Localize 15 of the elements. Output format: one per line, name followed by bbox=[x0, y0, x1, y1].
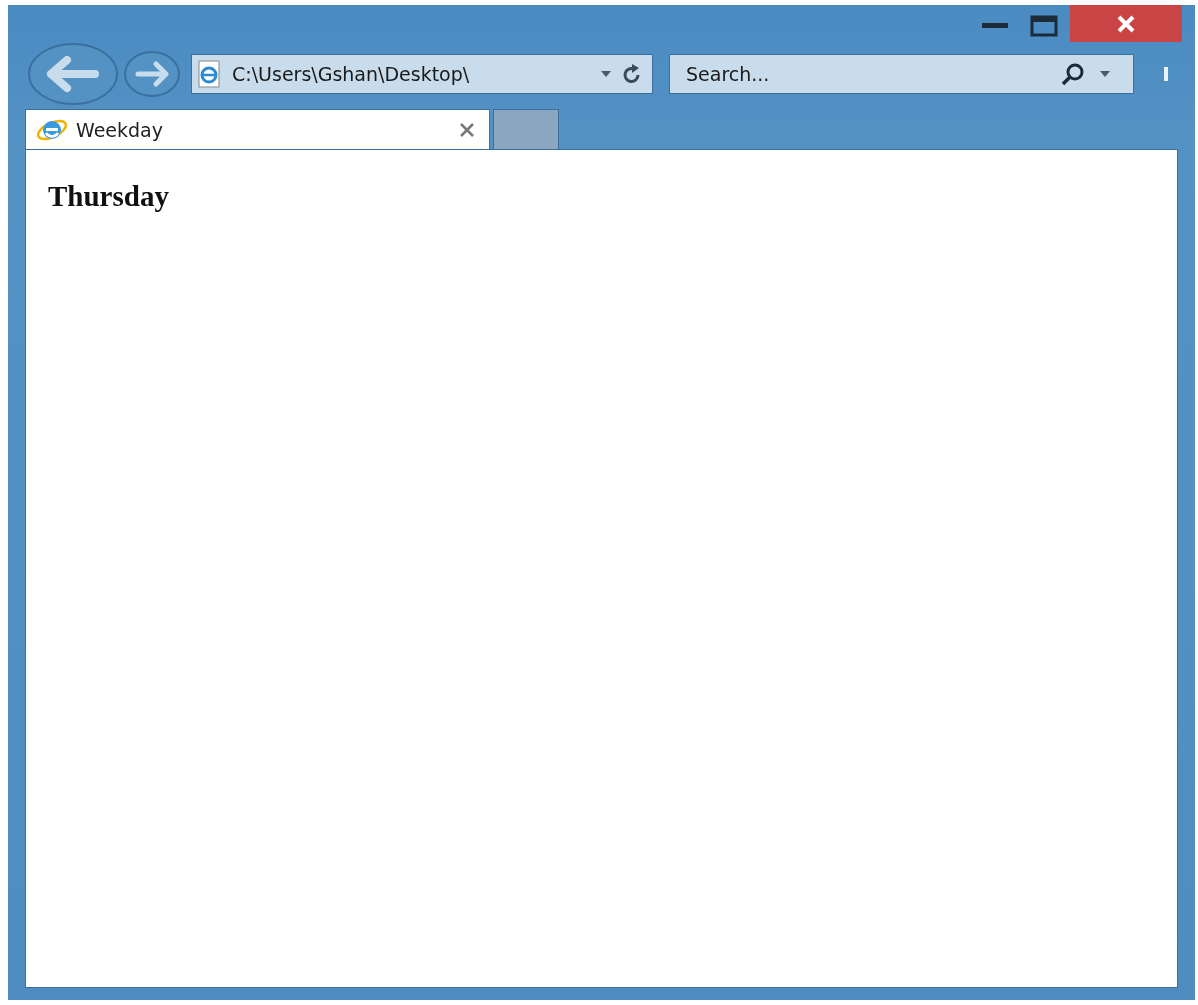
forward-icon[interactable] bbox=[123, 50, 181, 98]
maximize-icon[interactable] bbox=[1030, 15, 1058, 37]
search-field[interactable]: Search... bbox=[684, 62, 1047, 86]
close-icon[interactable] bbox=[459, 121, 475, 138]
browser-tab[interactable]: Weekday bbox=[25, 109, 490, 149]
page-heading: Thursday bbox=[48, 180, 170, 213]
caret-icon[interactable] bbox=[1099, 70, 1111, 78]
close-button[interactable] bbox=[1070, 5, 1182, 42]
address-bar[interactable]: C:\Users\Gshan\Desktop\ bbox=[191, 54, 653, 94]
search-icon[interactable] bbox=[1061, 62, 1085, 86]
page-icon bbox=[196, 59, 222, 89]
caret-icon[interactable] bbox=[600, 70, 612, 78]
search-bar[interactable]: Search... bbox=[669, 54, 1134, 94]
refresh-icon[interactable] bbox=[622, 63, 642, 85]
back-icon[interactable] bbox=[27, 42, 119, 106]
